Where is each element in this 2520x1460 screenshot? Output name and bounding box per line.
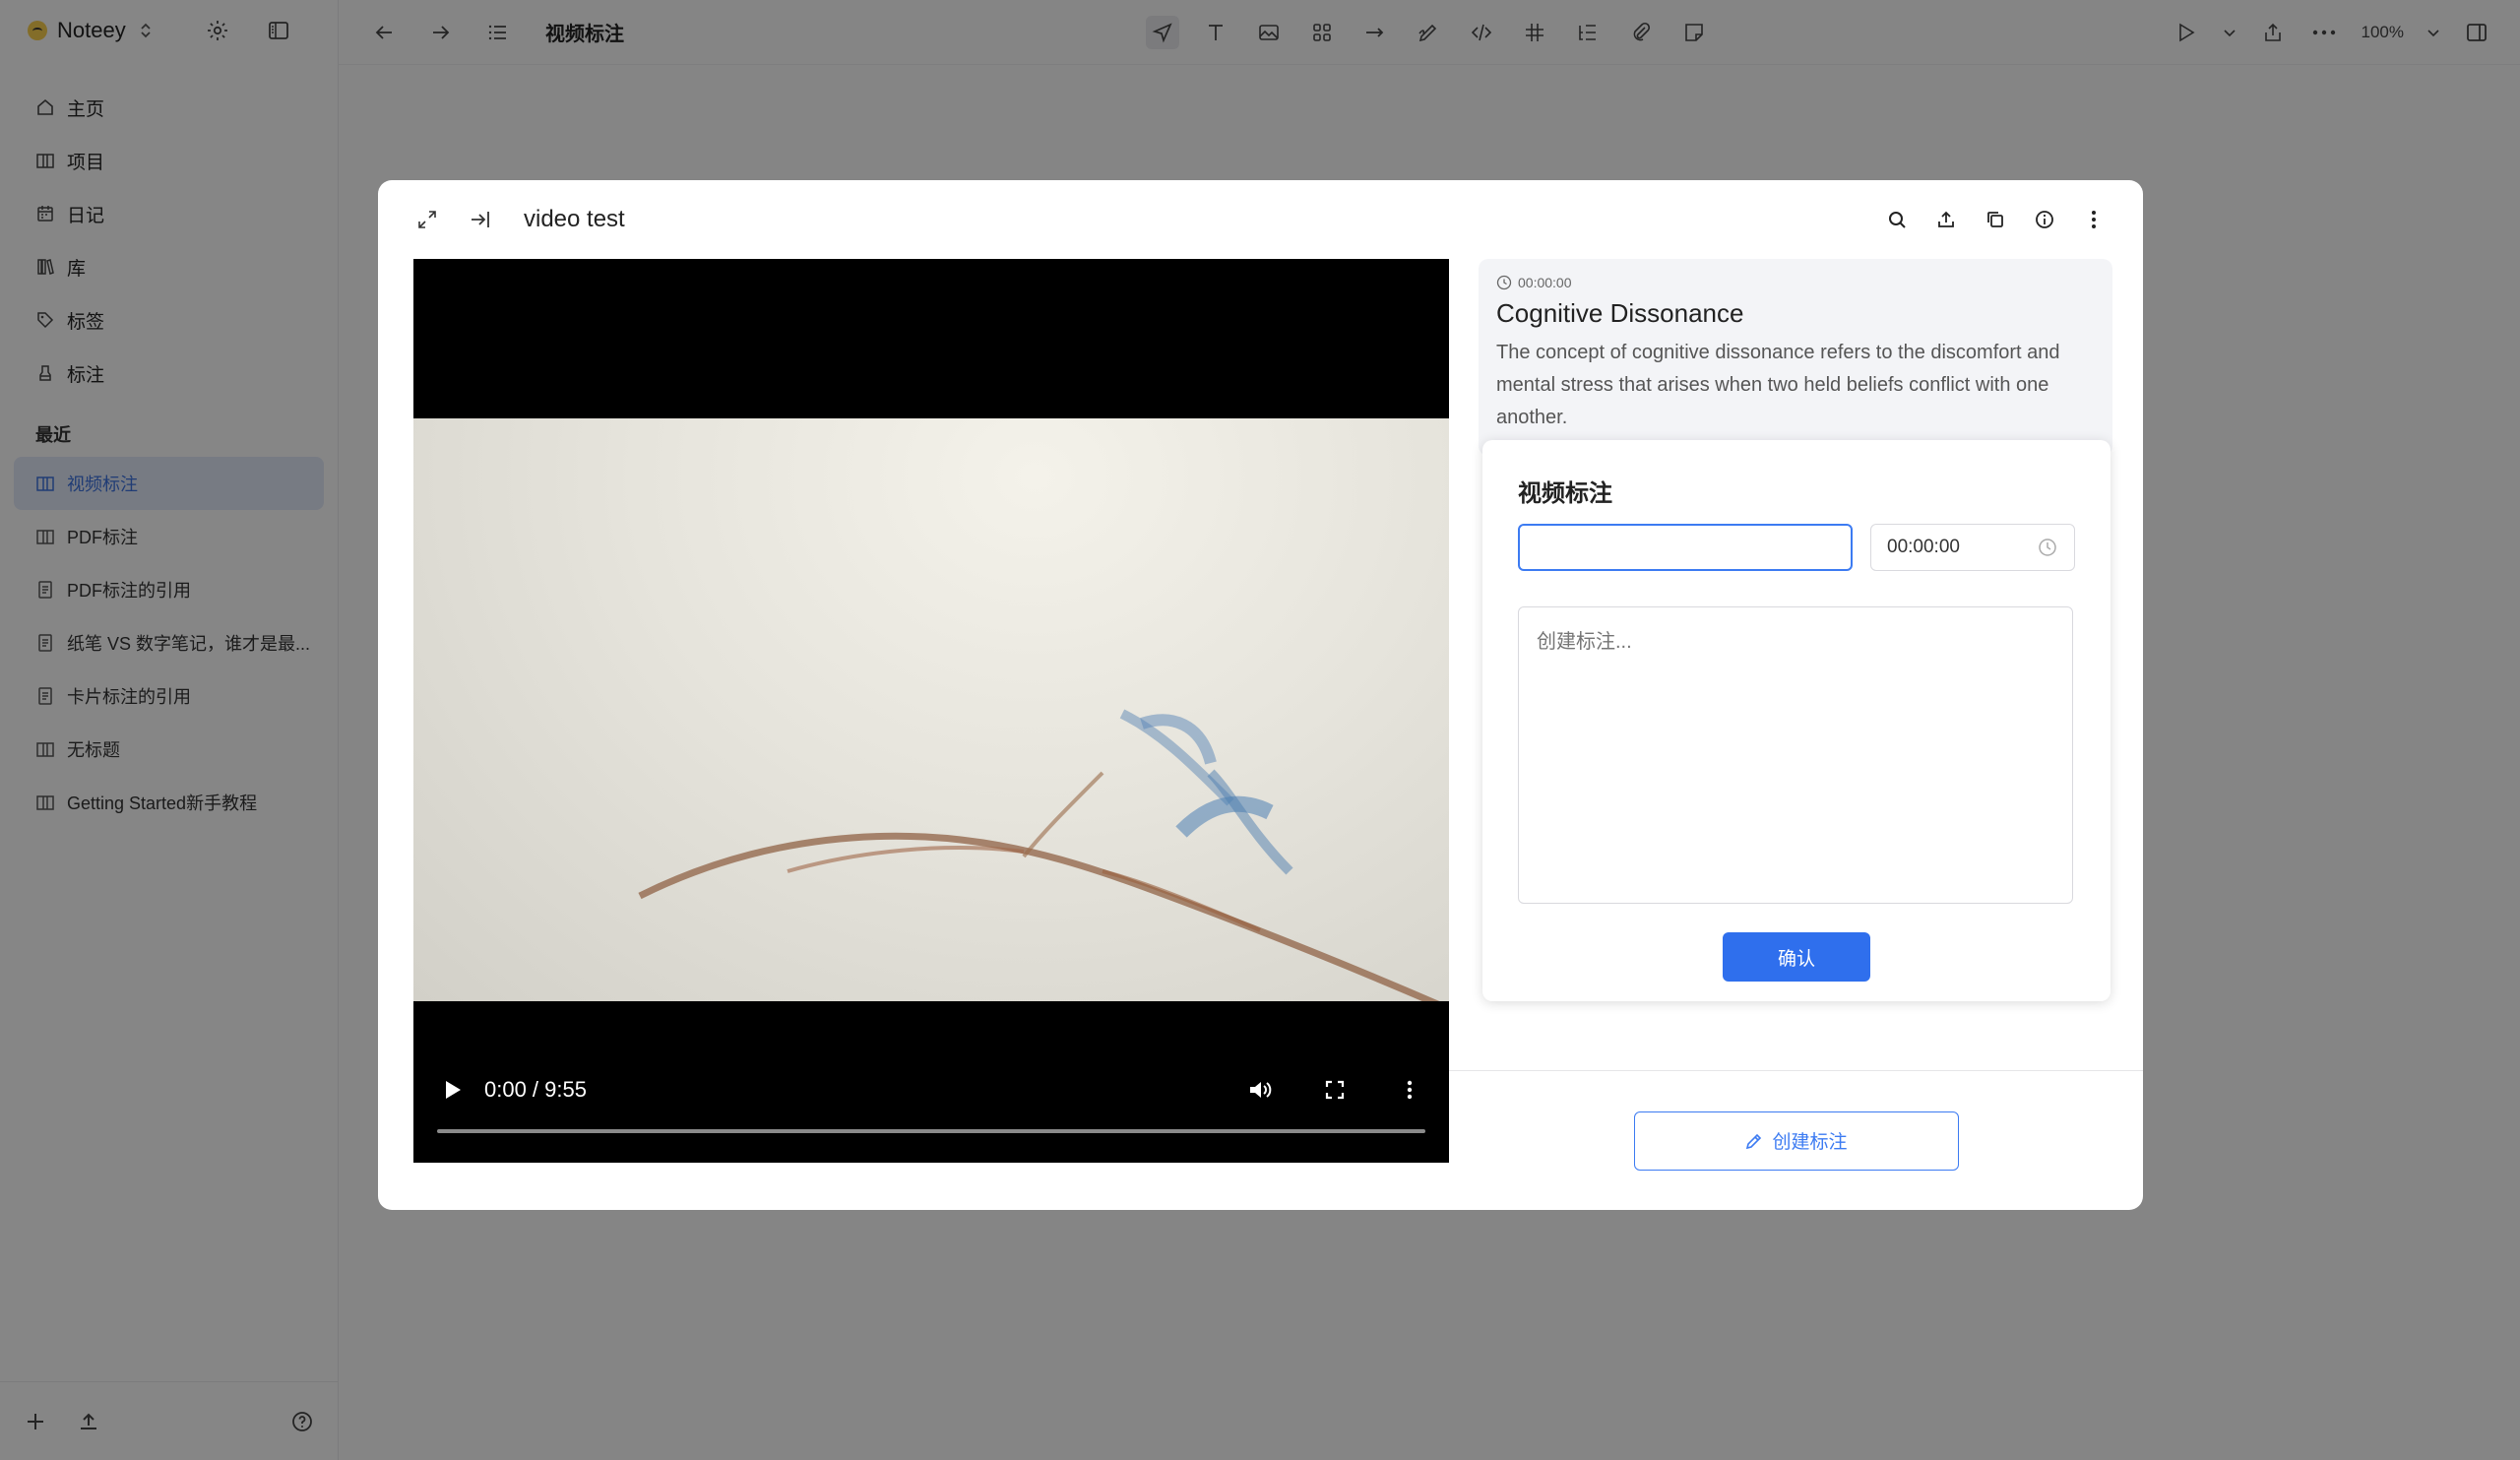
video-player[interactable]: 0:00 / 9:55	[413, 259, 1449, 1163]
annotation-timestamp: 00:00:00	[1496, 275, 2095, 290]
video-time: 0:00 / 9:55	[484, 1077, 587, 1102]
confirm-button[interactable]: 确认	[1723, 932, 1870, 982]
create-annotation-label: 创建标注	[1772, 1132, 1848, 1153]
play-icon[interactable]	[439, 1076, 467, 1104]
annotation-title-input[interactable]	[1518, 524, 1853, 571]
pencil-icon	[1746, 1133, 1762, 1149]
annotation-description: The concept of cognitive dissonance refe…	[1496, 342, 2060, 428]
volume-icon[interactable]	[1246, 1076, 1274, 1104]
modal-header: video test	[378, 180, 2143, 259]
timestamp-value: 00:00:00	[1887, 537, 1960, 557]
export-upload-icon[interactable]	[1932, 206, 1960, 233]
panel-footer: 创建标注	[1449, 1070, 2143, 1210]
annotation-title: Cognitive Dissonance	[1496, 298, 1744, 328]
video-controls: 0:00 / 9:55	[413, 1001, 1449, 1163]
fullscreen-icon[interactable]	[1321, 1076, 1349, 1104]
timestamp-input[interactable]: 00:00:00	[1870, 524, 2075, 571]
search-icon[interactable]	[1883, 206, 1911, 233]
video-frame-image	[413, 418, 1449, 1001]
watercolor-branch-illustration	[638, 709, 1440, 1001]
expand-icon[interactable]	[413, 206, 441, 233]
video-more-icon[interactable]	[1396, 1076, 1423, 1104]
modal-title: video test	[524, 206, 625, 232]
clock-icon[interactable]	[2037, 537, 2058, 558]
annotation-form: 视频标注 00:00:00 确认	[1482, 440, 2110, 1001]
annotation-timestamp-text: 00:00:00	[1518, 275, 1572, 290]
annotation-card[interactable]: 00:00:00 Cognitive Dissonance The concep…	[1479, 259, 2112, 456]
annotation-content-textarea[interactable]	[1518, 606, 2073, 904]
copy-icon[interactable]	[1982, 206, 2009, 233]
clock-icon	[1496, 275, 1512, 290]
annotation-panel: 00:00:00 Cognitive Dissonance The concep…	[1479, 259, 2112, 1001]
form-title: 视频标注	[1518, 480, 1612, 507]
collapse-to-side-icon[interactable]	[467, 206, 494, 233]
more-vertical-icon[interactable]	[2080, 206, 2108, 233]
info-icon[interactable]	[2031, 206, 2058, 233]
create-annotation-button[interactable]: 创建标注	[1633, 1111, 1959, 1171]
video-annotation-modal: video test 0:00 / 9:55 00:00:00 Cognitiv…	[378, 180, 2143, 1210]
video-progress-bar[interactable]	[437, 1129, 1425, 1133]
